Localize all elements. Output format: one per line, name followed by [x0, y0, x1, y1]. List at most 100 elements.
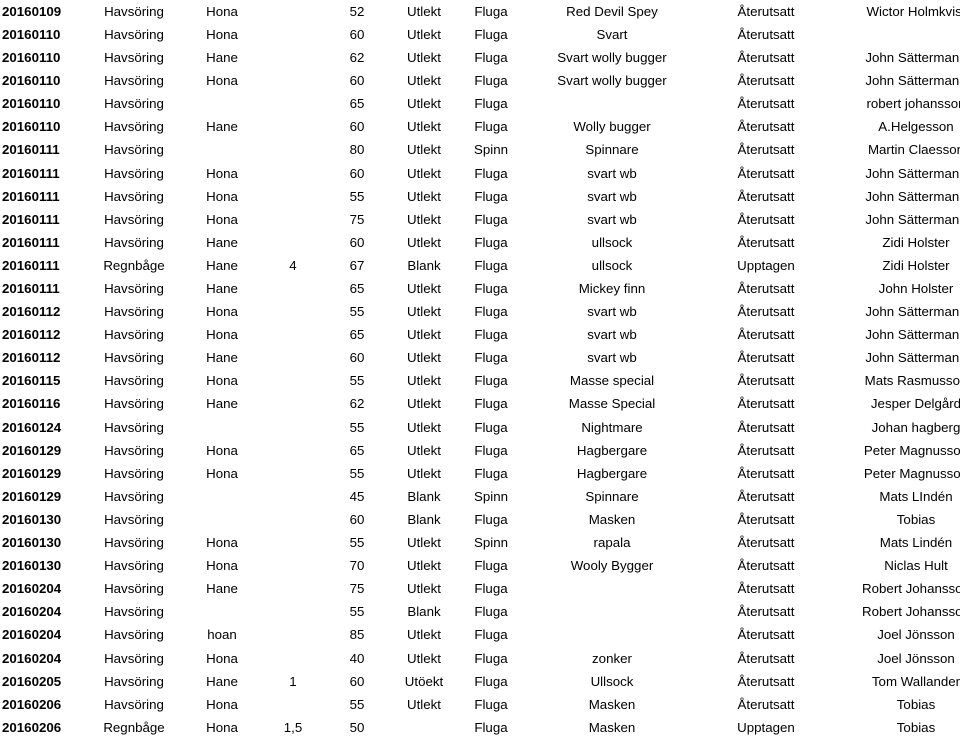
- cell-bete: Hagbergare: [576, 465, 648, 481]
- cell-kon: Hona: [206, 211, 238, 227]
- cell-langd: 60: [349, 350, 365, 366]
- table-row: 20160115 Havsöring Hona 55 Utlekt Fluga Masse …: [0, 370, 960, 393]
- table-row: 20160116 Havsöring Hane 62 Utlekt Fluga Masse …: [0, 393, 960, 416]
- cell-datum: 20160129: [2, 465, 62, 481]
- cell-art: Havsöring: [104, 396, 164, 412]
- table-row: 20160111 Havsöring Hona 75 Utlekt Fluga svart …: [0, 208, 960, 231]
- cell-atgard: Återutsatt: [737, 511, 795, 527]
- cell-datum: 20160116: [2, 396, 61, 412]
- cell-datum: 20160115: [2, 373, 61, 389]
- cell-vikt: [262, 370, 324, 393]
- cell-art: Havsöring: [104, 211, 164, 227]
- cell-bete: Masse Special: [568, 396, 656, 412]
- cell-langd: 67: [349, 257, 365, 273]
- cell-metod: Fluga: [474, 696, 508, 712]
- cell-datum: 20160130: [2, 511, 62, 527]
- table-row: 20160204 Havsöring Hane 75 Utlekt Fluga Återut…: [0, 577, 960, 600]
- cell-art: Havsöring: [104, 511, 164, 527]
- cell-vikt: 4: [289, 257, 297, 273]
- cell-datum: 20160204: [2, 581, 62, 597]
- cell-kon: Hona: [206, 327, 238, 343]
- cell-metod: Fluga: [474, 211, 508, 227]
- cell-kon: Hona: [206, 719, 238, 735]
- cell-datum: 20160111: [2, 281, 60, 297]
- cell-bete: ullsock: [591, 234, 633, 250]
- table-row: 20160112 Havsöring Hona 55 Utlekt Fluga svart …: [0, 300, 960, 323]
- cell-langd: 55: [349, 188, 365, 204]
- cell-vikt: [262, 277, 324, 300]
- cell-kon: Hane: [206, 350, 238, 366]
- cell-bete: Spinnare: [585, 488, 639, 504]
- cell-kon: Hona: [206, 165, 238, 181]
- cell-fiskare: John Sättermann: [865, 327, 960, 343]
- cell-metod: Fluga: [474, 188, 508, 204]
- cell-fiskare: Tobias: [896, 696, 936, 712]
- cell-atgard: Återutsatt: [737, 396, 795, 412]
- cell-vikt: [262, 508, 324, 531]
- cell-lekstatus: Blank: [407, 604, 441, 620]
- cell-lekstatus: Utlekt: [407, 165, 441, 181]
- cell-fiskare: Mats LIndén: [879, 488, 953, 504]
- cell-datum: 20160109: [2, 3, 62, 19]
- table-row: 20160204 Havsöring Hona 40 Utlekt Fluga zonker…: [0, 647, 960, 670]
- cell-metod: Fluga: [474, 73, 508, 89]
- cell-bete: Svart wolly bugger: [557, 73, 667, 89]
- cell-vikt: [262, 23, 324, 46]
- cell-bete: svart wb: [587, 211, 637, 227]
- cell-bete: svart wb: [587, 188, 637, 204]
- cell-bete: zonker: [592, 650, 632, 666]
- cell-langd: 65: [349, 281, 365, 297]
- table-row: 20160110 Havsöring Hane 62 Utlekt Fluga Svart …: [0, 46, 960, 69]
- cell-fiskare: [832, 23, 960, 46]
- table-row: 20160110 Havsöring Hona 60 Utlekt Fluga Svart Å…: [0, 23, 960, 46]
- cell-lekstatus: Utlekt: [407, 3, 441, 19]
- cell-langd: 70: [349, 558, 365, 574]
- cell-metod: Fluga: [474, 465, 508, 481]
- cell-bete: Nightmare: [581, 419, 643, 435]
- cell-atgard: Återutsatt: [737, 327, 795, 343]
- table-row: 20160112 Havsöring Hona 65 Utlekt Fluga svart …: [0, 323, 960, 346]
- cell-vikt: [262, 393, 324, 416]
- cell-art: Havsöring: [104, 696, 164, 712]
- table-row: 20160111 Havsöring Hane 60 Utlekt Fluga ullsoc…: [0, 231, 960, 254]
- cell-lekstatus: Utlekt: [407, 465, 441, 481]
- cell-kon: Hane: [206, 234, 238, 250]
- cell-atgard: Återutsatt: [737, 535, 795, 551]
- cell-kon: Hane: [206, 673, 238, 689]
- cell-atgard: Återutsatt: [737, 119, 795, 135]
- cell-bete: Red Devil Spey: [566, 3, 658, 19]
- cell-fiskare: Mats Lindén: [879, 535, 953, 551]
- cell-bete: Wolly bugger: [573, 119, 651, 135]
- cell-lekstatus: Utlekt: [407, 442, 441, 458]
- table-row: 20160129 Havsöring 45 Blank Spinn Spinnare Åte…: [0, 485, 960, 508]
- cell-fiskare: Johan hagberg: [871, 419, 960, 435]
- cell-metod: Fluga: [474, 719, 508, 735]
- cell-kon: [182, 600, 262, 623]
- cell-atgard: Återutsatt: [737, 627, 795, 643]
- cell-vikt: [262, 439, 324, 462]
- cell-art: Havsöring: [104, 26, 164, 42]
- cell-fiskare: Martin Claesson: [867, 142, 960, 158]
- cell-metod: Fluga: [474, 26, 508, 42]
- cell-lekstatus: Utlekt: [407, 419, 441, 435]
- cell-fiskare: Mats Rasmusson: [864, 373, 960, 389]
- cell-langd: 45: [349, 488, 365, 504]
- cell-kon: [182, 416, 262, 439]
- cell-vikt: [262, 600, 324, 623]
- cell-art: Havsöring: [104, 50, 164, 66]
- cell-art: Havsöring: [104, 350, 164, 366]
- cell-kon: Hane: [206, 50, 238, 66]
- cell-kon: Hona: [206, 188, 238, 204]
- cell-metod: Spinn: [473, 142, 508, 158]
- cell-atgard: Återutsatt: [737, 96, 795, 112]
- cell-bete: Masken: [588, 719, 636, 735]
- cell-langd: 55: [349, 373, 365, 389]
- cell-langd: 60: [349, 26, 365, 42]
- table-row: 20160129 Havsöring Hona 55 Utlekt Fluga Hagber…: [0, 462, 960, 485]
- cell-vikt: 1: [289, 673, 297, 689]
- cell-vikt: [262, 115, 324, 138]
- cell-datum: 20160112: [2, 327, 61, 343]
- cell-atgard: Återutsatt: [737, 73, 795, 89]
- cell-langd: 55: [349, 419, 365, 435]
- cell-art: Havsöring: [104, 281, 164, 297]
